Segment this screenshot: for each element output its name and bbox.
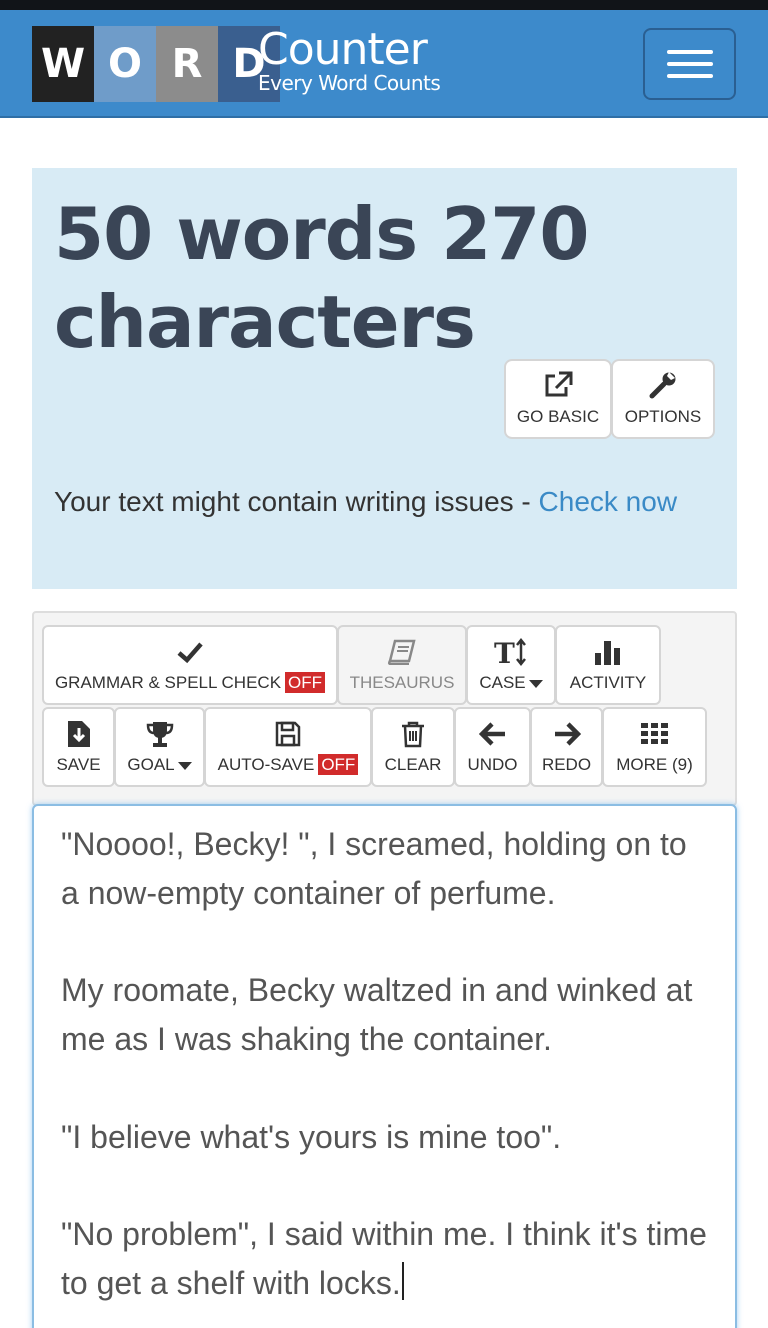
writing-issues-notice: Your text might contain writing issues -…: [54, 480, 704, 523]
go-basic-button[interactable]: GO BASIC: [504, 359, 612, 439]
writing-issues-text: Your text might contain writing issues -: [54, 486, 539, 517]
thesaurus-label: THESAURUS: [349, 673, 455, 692]
grid-icon: [640, 723, 668, 744]
wrench-icon: [649, 372, 676, 399]
logo-tagline: Every Word Counts: [258, 71, 441, 95]
thesaurus-button[interactable]: THESAURUS: [337, 625, 467, 705]
clear-button[interactable]: CLEAR: [371, 707, 455, 787]
auto-save-off-badge: OFF: [318, 754, 359, 775]
logo-title: Counter: [258, 24, 428, 75]
case-label: CASE: [479, 673, 526, 692]
go-basic-label: GO BASIC: [516, 407, 600, 426]
check-now-link[interactable]: Check now: [539, 486, 678, 517]
redo-button[interactable]: REDO: [530, 707, 603, 787]
hamburger-icon-bar: [666, 50, 713, 54]
options-label: OPTIONS: [624, 407, 702, 426]
auto-save-label: AUTO-SAVE: [217, 755, 315, 774]
text-cursor: [401, 1262, 404, 1301]
checkmark-icon: [177, 642, 203, 664]
caret-down-icon: [528, 679, 543, 688]
clear-label: CLEAR: [384, 755, 442, 774]
more-label: MORE (9): [616, 755, 693, 774]
undo-label: UNDO: [467, 755, 518, 774]
bar-chart-icon: [595, 641, 620, 665]
undo-button[interactable]: UNDO: [454, 707, 531, 787]
logo-letter-r: R: [156, 26, 218, 102]
count-panel: 50 words 270 characters GO BASIC OPTIONS…: [32, 168, 737, 589]
more-button[interactable]: MORE (9): [602, 707, 707, 787]
case-dropdown-button[interactable]: T CASE: [466, 625, 556, 705]
editor-paragraph: "I believe what's yours is mine too".: [61, 1118, 562, 1155]
goal-dropdown-button[interactable]: GOAL: [114, 707, 205, 787]
editor-content[interactable]: "Noooo!, Becky! ", I screamed, holding o…: [61, 820, 711, 1308]
hamburger-menu-button[interactable]: [643, 28, 736, 100]
hamburger-icon-bar: [666, 74, 713, 78]
text-editor[interactable]: "Noooo!, Becky! ", I screamed, holding o…: [32, 804, 737, 1328]
editor-blank-line: [61, 1064, 711, 1113]
editor-blank-line: [61, 1162, 711, 1211]
site-logo[interactable]: W O R D: [32, 26, 280, 102]
activity-label: ACTIVITY: [569, 673, 647, 692]
caret-down-icon: [177, 761, 192, 770]
logo-letter-w: W: [32, 26, 94, 102]
text-case-icon: T: [494, 637, 526, 667]
save-label: SAVE: [56, 755, 101, 774]
status-bar: [0, 0, 768, 10]
auto-save-button[interactable]: AUTO-SAVE OFF: [204, 707, 372, 787]
grammar-off-badge: OFF: [285, 672, 326, 693]
logo-letter-o: O: [94, 26, 156, 102]
redo-label: REDO: [541, 755, 592, 774]
logo-wordmark[interactable]: Counter Every Word Counts: [258, 24, 441, 95]
floppy-disk-icon: [275, 721, 301, 747]
navbar: W O R D Counter Every Word Counts: [0, 10, 768, 118]
save-button[interactable]: SAVE: [42, 707, 115, 787]
grammar-spell-check-button[interactable]: GRAMMAR & SPELL CHECK OFF: [42, 625, 338, 705]
editor-toolbar: GRAMMAR & SPELL CHECK OFF THESAURUS T CAS…: [32, 611, 737, 806]
activity-button[interactable]: ACTIVITY: [555, 625, 661, 705]
trash-icon: [402, 721, 424, 748]
save-file-icon: [67, 721, 90, 747]
arrow-right-icon: [554, 722, 581, 746]
options-button[interactable]: OPTIONS: [611, 359, 715, 439]
book-icon: [387, 639, 416, 665]
editor-blank-line: [61, 918, 711, 967]
word-character-count: 50 words 270 characters: [54, 192, 590, 364]
hamburger-icon-bar: [666, 62, 713, 66]
svg-text:T: T: [494, 637, 515, 667]
editor-paragraph-last: "No problem", I said within me. I think …: [61, 1210, 711, 1308]
trophy-icon: [146, 722, 173, 747]
external-link-icon: [545, 371, 573, 397]
arrow-left-icon: [478, 722, 505, 746]
editor-paragraph-text: "No problem", I said within me. I think …: [61, 1216, 707, 1302]
editor-paragraph: My roomate, Becky waltzed in and winked …: [61, 972, 693, 1058]
grammar-label: GRAMMAR & SPELL CHECK: [54, 673, 282, 692]
editor-paragraph: "Noooo!, Becky! ", I screamed, holding o…: [61, 826, 687, 911]
goal-label: GOAL: [127, 755, 175, 774]
